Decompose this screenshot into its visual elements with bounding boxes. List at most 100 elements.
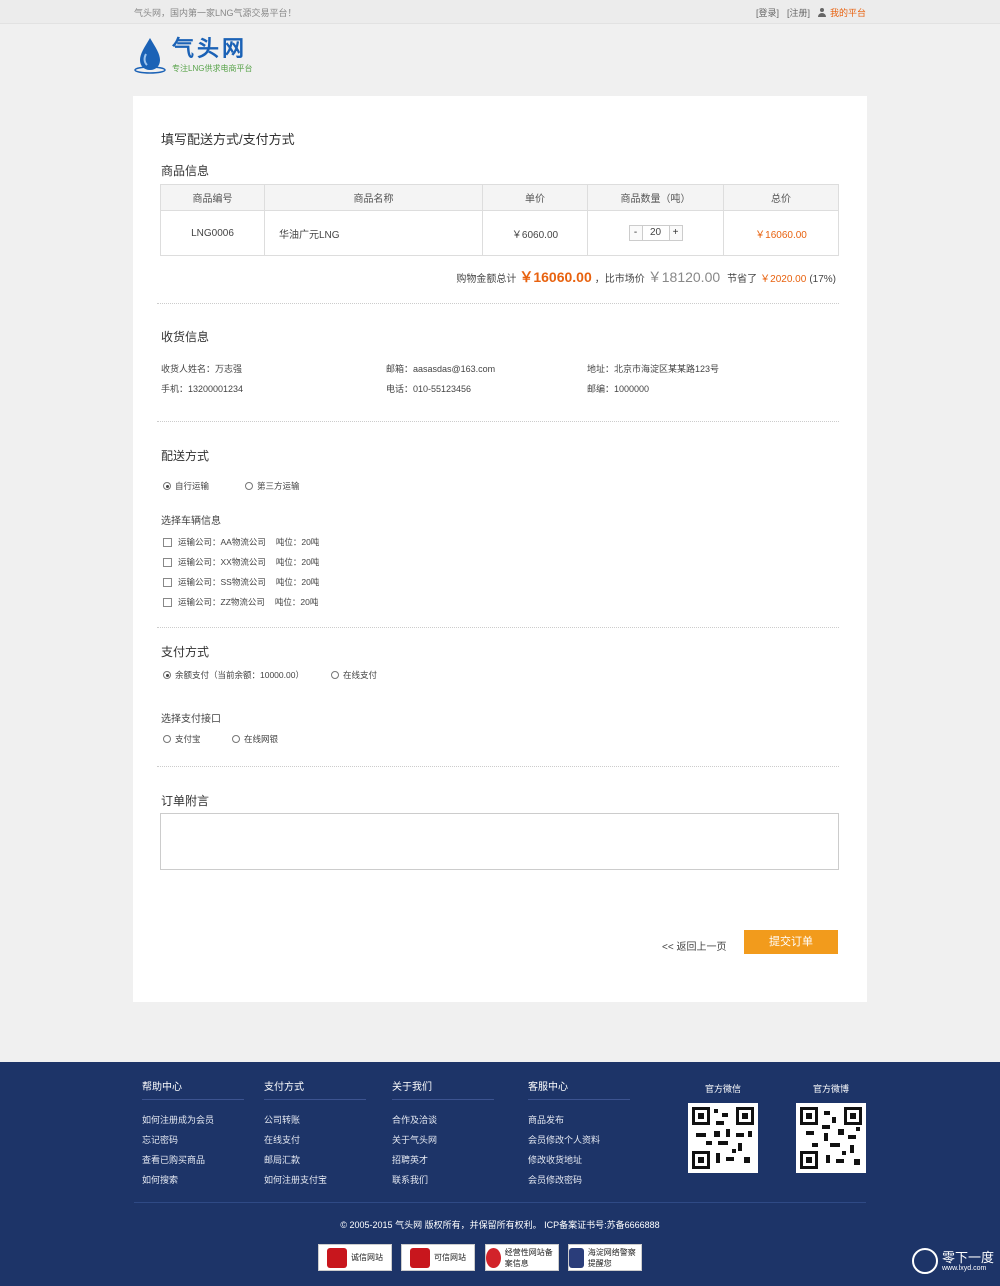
weibo-qr: 官方微博 [796,1082,866,1173]
gateway-alipay[interactable]: 支付宝 [163,733,201,745]
gateway-title: 选择支付接口 [161,714,221,725]
badge-credit-site[interactable]: 诚信网站 [318,1244,392,1271]
quantity-stepper: - 20 + [628,225,683,241]
section-divider [157,303,839,304]
badge-label: 可信网站 [434,1253,466,1262]
checkbox-icon[interactable] [163,597,172,607]
droplet-logo-icon [134,38,166,74]
goods-code: LNG0006 [160,210,265,256]
section-divider [157,421,839,422]
delivery-self[interactable]: 自行运输 [163,480,209,492]
register-link[interactable]: [注册] [787,6,810,19]
badge-business-record[interactable]: 经营性网站备案信息 [485,1244,559,1271]
vehicle-option-xx[interactable]: 运输公司：XX物流公司 吨位：20吨 [163,556,319,568]
back-link[interactable]: << 返回上一页 [662,938,726,953]
payment-online-label: 在线支付 [343,670,378,680]
radio-icon[interactable] [232,735,240,743]
receiver-zip: 邮编：1000000 [587,384,650,394]
wechat-qr: 官方微信 [688,1082,758,1173]
site-slogan: 气头网，国内第一家LNG气源交易平台！ [134,8,297,18]
radio-selected-icon[interactable] [163,482,171,490]
account-links: [登录] [注册] 我的平台 [756,6,866,19]
gateway-bank-label: 在线网银 [244,734,279,744]
save-label: 节省了 [727,274,758,285]
payment-online[interactable]: 在线支付 [331,669,377,681]
footer-link[interactable]: 如何注册成为会员 [142,1110,244,1130]
footer-link[interactable]: 关于气头网 [392,1130,494,1150]
seal-icon [410,1247,430,1268]
qr-code-icon [688,1103,758,1173]
site-footer: 帮助中心 如何注册成为会员 忘记密码 查看已购买商品 如何搜索 支付方式 公司转… [0,1062,1000,1286]
radio-icon[interactable] [163,735,171,743]
receiver-tel: 电话：010-55123456 [386,384,472,394]
wechat-label: 官方微信 [704,1084,741,1094]
radio-selected-icon[interactable] [163,671,171,679]
footer-link[interactable]: 如何搜索 [142,1170,244,1190]
site-logo[interactable]: 气头网 专注LNG供求电商平台 [134,36,252,74]
col-quantity: 商品数量（吨） [587,184,724,211]
emblem-icon [486,1247,501,1268]
badge-trusted-site[interactable]: 可信网站 [401,1244,475,1271]
vehicle-option-aa[interactable]: 运输公司：AA物流公司 吨位：20吨 [163,536,319,548]
footer-link[interactable]: 修改收货地址 [528,1150,630,1170]
submit-order-button[interactable]: 提交订单 [744,930,838,954]
footer-link[interactable]: 联系我们 [392,1170,494,1190]
seal-icon [327,1247,347,1268]
badge-label: 诚信网站 [351,1253,383,1262]
my-platform-link[interactable]: 我的平台 [817,6,866,19]
goods-section-title: 商品信息 [161,164,210,178]
payment-balance[interactable]: 余额支付（当前余额：10000.00） [163,669,304,681]
gateway-alipay-label: 支付宝 [175,734,201,744]
footer-link[interactable]: 会员修改个人资料 [528,1130,630,1150]
badge-label: 海淀网络警察提醒您 [587,1247,636,1268]
vehicle-option-ss[interactable]: 运输公司：SS物流公司 吨位：20吨 [163,576,319,588]
goods-table: 商品编号 商品名称 单价 商品数量（吨） 总价 LNG0006 华油广元LNG … [160,184,839,256]
order-summary: 购物金额总计 ￥16060.00 ，比市场价 ￥18120.00 节省了 ￥20… [456,267,836,287]
gateway-bank[interactable]: 在线网银 [232,733,278,745]
market-price: ￥18120.00 [647,269,721,285]
increase-button[interactable]: + [668,225,683,241]
footer-link[interactable]: 邮局汇款 [264,1150,366,1170]
shipping-info-title: 收货信息 [161,330,210,344]
radio-icon[interactable] [245,482,253,490]
top-bar: 气头网，国内第一家LNG气源交易平台！ [登录] [注册] 我的平台 [0,0,1000,24]
order-note-textarea[interactable] [160,813,839,870]
receiver-address: 地址：北京市海淀区某某路123号 [587,364,720,374]
receiver-name: 收货人姓名：万志强 [161,364,243,374]
footer-link[interactable]: 如何注册支付宝 [264,1170,366,1190]
radio-icon[interactable] [331,671,339,679]
checkbox-icon[interactable] [163,557,172,567]
footer-link[interactable]: 公司转账 [264,1110,366,1130]
vehicle-option-zz[interactable]: 运输公司：ZZ物流公司 吨位：20吨 [163,596,318,608]
logo-tagline: 专注LNG供求电商平台 [172,64,253,73]
footer-divider [134,1202,866,1203]
footer-col-payment: 支付方式 公司转账 在线支付 邮局汇款 如何注册支付宝 [264,1078,366,1190]
footer-link[interactable]: 忘记密码 [142,1130,244,1150]
col-code: 商品编号 [160,184,265,211]
footer-link[interactable]: 在线支付 [264,1130,366,1150]
checkbox-icon[interactable] [163,577,172,587]
footer-link[interactable]: 会员修改密码 [528,1170,630,1190]
page-title: 填写配送方式/支付方式 [161,132,295,147]
login-link[interactable]: [登录] [756,6,779,19]
receiver-phone: 手机：13200001234 [161,384,244,394]
vehicle-company: 运输公司：SS物流公司 [178,577,266,587]
footer-link[interactable]: 商品发布 [528,1110,630,1130]
badge-police[interactable]: 海淀网络警察提醒您 [568,1244,642,1271]
decrease-button[interactable]: - [628,225,643,241]
payment-title: 支付方式 [161,645,210,659]
section-divider [157,766,839,767]
delivery-third-party[interactable]: 第三方运输 [245,480,300,492]
goods-name[interactable]: 华油广元LNG [264,210,483,256]
checkbox-icon[interactable] [163,537,172,547]
logo-name: 气头网 [172,36,248,61]
watermark-name: 零下一度 [941,1249,994,1265]
weibo-label: 官方微博 [812,1084,849,1094]
footer-link[interactable]: 招聘英才 [392,1150,494,1170]
footer-link[interactable]: 查看已购买商品 [142,1150,244,1170]
footer-link[interactable]: 合作及洽谈 [392,1110,494,1130]
user-icon [817,8,826,17]
quantity-input[interactable]: 20 [642,225,669,241]
summary-amount: ￥16060.00 [519,269,592,285]
save-amount: ￥2020.00 [760,274,807,285]
